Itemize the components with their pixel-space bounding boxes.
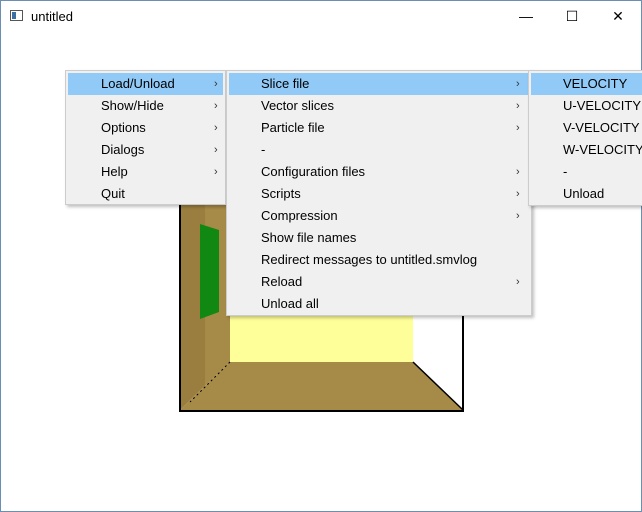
menu-item-label: Help [101,164,128,179]
chevron-right-icon: › [516,188,520,200]
chevron-right-icon: › [214,78,218,90]
chevron-right-icon: › [516,210,520,222]
chevron-right-icon: › [214,122,218,134]
menu-item-velocity[interactable]: VELOCITY [531,73,642,95]
chevron-right-icon: › [516,100,520,112]
menu-item-label: V-VELOCITY [563,120,640,135]
menu-item-w-velocity[interactable]: W-VELOCITY [531,139,642,161]
menu-item-show-hide[interactable]: Show/Hide › [68,95,223,117]
menu-item-label: Reload [261,274,303,289]
menu-item-label: Dialogs [101,142,145,157]
chevron-right-icon: › [516,78,520,90]
menu-item-particle-file[interactable]: Particle file › [229,117,529,139]
menu-item-show-file-names[interactable]: Show file names [229,227,529,249]
menu-item-vector-slices[interactable]: Vector slices › [229,95,529,117]
menu-item-unload-all[interactable]: Unload all [229,293,529,315]
menu-item-label: U-VELOCITY [563,98,642,113]
load-unload-submenu: Slice file › Vector slices › Particle fi… [226,70,532,316]
menu-item-label: Options [101,120,146,135]
chevron-right-icon: › [214,166,218,178]
menu-item-scripts[interactable]: Scripts › [229,183,529,205]
vent [200,224,219,319]
menu-item-quit[interactable]: Quit [68,183,223,205]
menu-item-slice-file[interactable]: Slice file › [229,73,529,95]
menu-item-separator[interactable]: - [229,139,529,161]
menu-item-help[interactable]: Help › [68,161,223,183]
menu-item-label: Slice file [261,76,310,91]
menu-item-label: VELOCITY [563,76,628,91]
menu-item-label: Unload all [261,296,319,311]
menu-item-v-velocity[interactable]: V-VELOCITY [531,117,642,139]
menu-item-unload[interactable]: Unload [531,183,642,205]
menu-item-label: Vector slices [261,98,334,113]
menu-item-label: - [261,142,266,157]
menu-item-configuration-files[interactable]: Configuration files › [229,161,529,183]
menu-item-label: Particle file [261,120,325,135]
menu-item-options[interactable]: Options › [68,117,223,139]
menu-item-dialogs[interactable]: Dialogs › [68,139,223,161]
chevron-right-icon: › [516,122,520,134]
menu-item-label: Configuration files [261,164,366,179]
menu-item-reload[interactable]: Reload › [229,271,529,293]
menu-item-compression[interactable]: Compression › [229,205,529,227]
menu-item-separator[interactable]: - [531,161,642,183]
chevron-right-icon: › [516,276,520,288]
menu-item-label: Load/Unload [101,76,175,91]
menu-item-label: Scripts [261,186,301,201]
slice-file-submenu: VELOCITY U-VELOCITY V-VELOCITY W-VELOCIT… [528,70,642,206]
menu-item-label: - [563,164,568,179]
menu-item-label: W-VELOCITY [563,142,642,157]
menu-item-label: Unload [563,186,605,201]
menu-item-redirect-messages[interactable]: Redirect messages to untitled.smvlog [229,249,529,271]
menu-item-label: Quit [101,186,125,201]
menu-item-label: Show file names [261,230,357,245]
menu-item-label: Redirect messages to untitled.smvlog [261,252,478,267]
chevron-right-icon: › [516,166,520,178]
main-context-menu: Load/Unload › Show/Hide › Options › Dial… [65,70,226,205]
menu-item-label: Show/Hide [101,98,164,113]
chevron-right-icon: › [214,100,218,112]
chevron-right-icon: › [214,144,218,156]
menu-item-load-unload[interactable]: Load/Unload › [68,73,223,95]
menu-item-label: Compression [261,208,338,223]
menu-item-u-velocity[interactable]: U-VELOCITY [531,95,642,117]
